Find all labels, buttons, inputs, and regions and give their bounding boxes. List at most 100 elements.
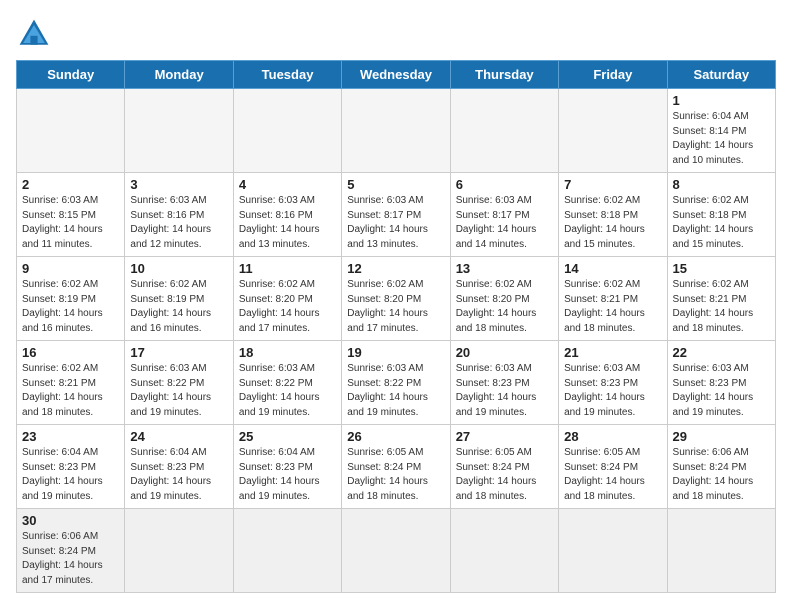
day-number: 22 bbox=[673, 345, 770, 360]
day-info: Sunrise: 6:03 AM Sunset: 8:22 PM Dayligh… bbox=[347, 362, 444, 420]
day-number: 27 bbox=[456, 429, 553, 444]
day-number: 9 bbox=[22, 261, 119, 276]
calendar-cell: 21 Sunrise: 6:03 AM Sunset: 8:23 PM Dayli… bbox=[559, 341, 667, 425]
calendar-week-1: 1Sunrise: 6:04 AM Sunset: 8:14 PM Daylig… bbox=[17, 89, 776, 173]
calendar-week-4: 16Sunrise: 6:02 AM Sunset: 8:21 PM Dayli… bbox=[17, 341, 776, 425]
calendar-cell bbox=[17, 89, 125, 173]
day-info: Sunrise: 6:02 AM Sunset: 8:20 PM Dayligh… bbox=[456, 278, 553, 336]
day-number: 20 bbox=[456, 345, 553, 360]
calendar-table: SundayMondayTuesdayWednesdayThursdayFrid… bbox=[16, 60, 776, 593]
day-number: 14 bbox=[564, 261, 661, 276]
day-info: Sunrise: 6:02 AM Sunset: 8:21 PM Dayligh… bbox=[564, 278, 661, 336]
day-number: 24 bbox=[130, 429, 227, 444]
day-info: Sunrise: 6:03 AM Sunset: 8:22 PM Dayligh… bbox=[130, 362, 227, 420]
calendar-cell: 5 Sunrise: 6:03 AM Sunset: 8:17 PM Daylig… bbox=[342, 173, 450, 257]
day-number: 29 bbox=[673, 429, 770, 444]
day-number: 16 bbox=[22, 345, 119, 360]
calendar-cell bbox=[233, 89, 341, 173]
calendar-cell bbox=[667, 509, 775, 593]
weekday-header-saturday: Saturday bbox=[667, 61, 775, 89]
weekday-header-tuesday: Tuesday bbox=[233, 61, 341, 89]
calendar-cell: 23Sunrise: 6:04 AM Sunset: 8:23 PM Dayli… bbox=[17, 425, 125, 509]
calendar-cell: 8Sunrise: 6:02 AM Sunset: 8:18 PM Daylig… bbox=[667, 173, 775, 257]
calendar-cell: 18 Sunrise: 6:03 AM Sunset: 8:22 PM Dayli… bbox=[233, 341, 341, 425]
calendar-week-5: 23 Sunrise: 6:04 AM Sunset: 8:23 PM Dayli… bbox=[17, 425, 776, 509]
day-number: 12 bbox=[347, 261, 444, 276]
calendar-cell: 26 Sunrise: 6:05 AM Sunset: 8:24 PM Dayli… bbox=[342, 425, 450, 509]
day-info: Sunrise: 6:03 AM Sunset: 8:16 PM Dayligh… bbox=[130, 194, 227, 252]
day-number: 17 bbox=[130, 345, 227, 360]
calendar-week-2: 2 Sunrise: 6:03 AM Sunset: 8:15 PM Daylig… bbox=[17, 173, 776, 257]
day-info: Sunrise: 6:04 AM Sunset: 8:23 PM Dayligh… bbox=[239, 446, 336, 504]
day-number: 13 bbox=[456, 261, 553, 276]
day-info: Sunrise: 6:02 AM Sunset: 8:20 PM Dayligh… bbox=[239, 278, 336, 336]
calendar-cell bbox=[450, 89, 558, 173]
generalblue-logo-icon bbox=[16, 16, 52, 52]
day-number: 10 bbox=[130, 261, 227, 276]
calendar-cell: 16Sunrise: 6:02 AM Sunset: 8:21 PM Dayli… bbox=[17, 341, 125, 425]
day-number: 25 bbox=[239, 429, 336, 444]
day-number: 30 bbox=[22, 513, 119, 528]
calendar-cell: 27 Sunrise: 6:05 AM Sunset: 8:24 PM Dayli… bbox=[450, 425, 558, 509]
day-number: 21 bbox=[564, 345, 661, 360]
day-number: 8 bbox=[673, 177, 770, 192]
calendar-cell: 4 Sunrise: 6:03 AM Sunset: 8:16 PM Daylig… bbox=[233, 173, 341, 257]
day-number: 23 bbox=[22, 429, 119, 444]
day-info: Sunrise: 6:04 AM Sunset: 8:14 PM Dayligh… bbox=[673, 110, 770, 168]
calendar-cell: 19 Sunrise: 6:03 AM Sunset: 8:22 PM Dayli… bbox=[342, 341, 450, 425]
day-info: Sunrise: 6:02 AM Sunset: 8:18 PM Dayligh… bbox=[564, 194, 661, 252]
calendar-cell: 3 Sunrise: 6:03 AM Sunset: 8:16 PM Daylig… bbox=[125, 173, 233, 257]
calendar-cell: 1Sunrise: 6:04 AM Sunset: 8:14 PM Daylig… bbox=[667, 89, 775, 173]
calendar-cell bbox=[125, 509, 233, 593]
calendar-body: 1Sunrise: 6:04 AM Sunset: 8:14 PM Daylig… bbox=[17, 89, 776, 593]
weekday-header-monday: Monday bbox=[125, 61, 233, 89]
weekday-row: SundayMondayTuesdayWednesdayThursdayFrid… bbox=[17, 61, 776, 89]
calendar-cell: 2 Sunrise: 6:03 AM Sunset: 8:15 PM Daylig… bbox=[17, 173, 125, 257]
day-info: Sunrise: 6:06 AM Sunset: 8:24 PM Dayligh… bbox=[22, 530, 119, 588]
day-number: 3 bbox=[130, 177, 227, 192]
day-number: 2 bbox=[22, 177, 119, 192]
day-info: Sunrise: 6:02 AM Sunset: 8:19 PM Dayligh… bbox=[22, 278, 119, 336]
calendar-cell: 25 Sunrise: 6:04 AM Sunset: 8:23 PM Dayli… bbox=[233, 425, 341, 509]
calendar-cell: 12Sunrise: 6:02 AM Sunset: 8:20 PM Dayli… bbox=[342, 257, 450, 341]
day-number: 28 bbox=[564, 429, 661, 444]
day-number: 19 bbox=[347, 345, 444, 360]
day-info: Sunrise: 6:03 AM Sunset: 8:16 PM Dayligh… bbox=[239, 194, 336, 252]
calendar-cell bbox=[125, 89, 233, 173]
day-number: 15 bbox=[673, 261, 770, 276]
day-info: Sunrise: 6:05 AM Sunset: 8:24 PM Dayligh… bbox=[564, 446, 661, 504]
day-number: 18 bbox=[239, 345, 336, 360]
calendar-cell: 17 Sunrise: 6:03 AM Sunset: 8:22 PM Dayli… bbox=[125, 341, 233, 425]
calendar-cell bbox=[559, 89, 667, 173]
day-number: 26 bbox=[347, 429, 444, 444]
calendar-cell: 30 Sunrise: 6:06 AM Sunset: 8:24 PM Dayli… bbox=[17, 509, 125, 593]
day-number: 7 bbox=[564, 177, 661, 192]
day-info: Sunrise: 6:03 AM Sunset: 8:15 PM Dayligh… bbox=[22, 194, 119, 252]
day-info: Sunrise: 6:04 AM Sunset: 8:23 PM Dayligh… bbox=[130, 446, 227, 504]
calendar-cell: 11 Sunrise: 6:02 AM Sunset: 8:20 PM Dayli… bbox=[233, 257, 341, 341]
day-number: 5 bbox=[347, 177, 444, 192]
day-info: Sunrise: 6:03 AM Sunset: 8:23 PM Dayligh… bbox=[564, 362, 661, 420]
calendar-week-3: 9 Sunrise: 6:02 AM Sunset: 8:19 PM Daylig… bbox=[17, 257, 776, 341]
calendar-cell: 29Sunrise: 6:06 AM Sunset: 8:24 PM Dayli… bbox=[667, 425, 775, 509]
calendar-cell: 15Sunrise: 6:02 AM Sunset: 8:21 PM Dayli… bbox=[667, 257, 775, 341]
day-info: Sunrise: 6:05 AM Sunset: 8:24 PM Dayligh… bbox=[347, 446, 444, 504]
logo bbox=[16, 16, 56, 52]
calendar-cell: 28 Sunrise: 6:05 AM Sunset: 8:24 PM Dayli… bbox=[559, 425, 667, 509]
day-info: Sunrise: 6:03 AM Sunset: 8:17 PM Dayligh… bbox=[347, 194, 444, 252]
calendar-cell bbox=[233, 509, 341, 593]
calendar-cell: 7 Sunrise: 6:02 AM Sunset: 8:18 PM Daylig… bbox=[559, 173, 667, 257]
weekday-header-wednesday: Wednesday bbox=[342, 61, 450, 89]
weekday-header-friday: Friday bbox=[559, 61, 667, 89]
calendar-week-6: 30 Sunrise: 6:06 AM Sunset: 8:24 PM Dayli… bbox=[17, 509, 776, 593]
calendar-cell: 22Sunrise: 6:03 AM Sunset: 8:23 PM Dayli… bbox=[667, 341, 775, 425]
calendar-cell: 9 Sunrise: 6:02 AM Sunset: 8:19 PM Daylig… bbox=[17, 257, 125, 341]
day-info: Sunrise: 6:03 AM Sunset: 8:17 PM Dayligh… bbox=[456, 194, 553, 252]
day-number: 11 bbox=[239, 261, 336, 276]
weekday-header-thursday: Thursday bbox=[450, 61, 558, 89]
day-info: Sunrise: 6:05 AM Sunset: 8:24 PM Dayligh… bbox=[456, 446, 553, 504]
day-number: 4 bbox=[239, 177, 336, 192]
day-info: Sunrise: 6:03 AM Sunset: 8:22 PM Dayligh… bbox=[239, 362, 336, 420]
calendar-header: SundayMondayTuesdayWednesdayThursdayFrid… bbox=[17, 61, 776, 89]
calendar-cell bbox=[342, 89, 450, 173]
